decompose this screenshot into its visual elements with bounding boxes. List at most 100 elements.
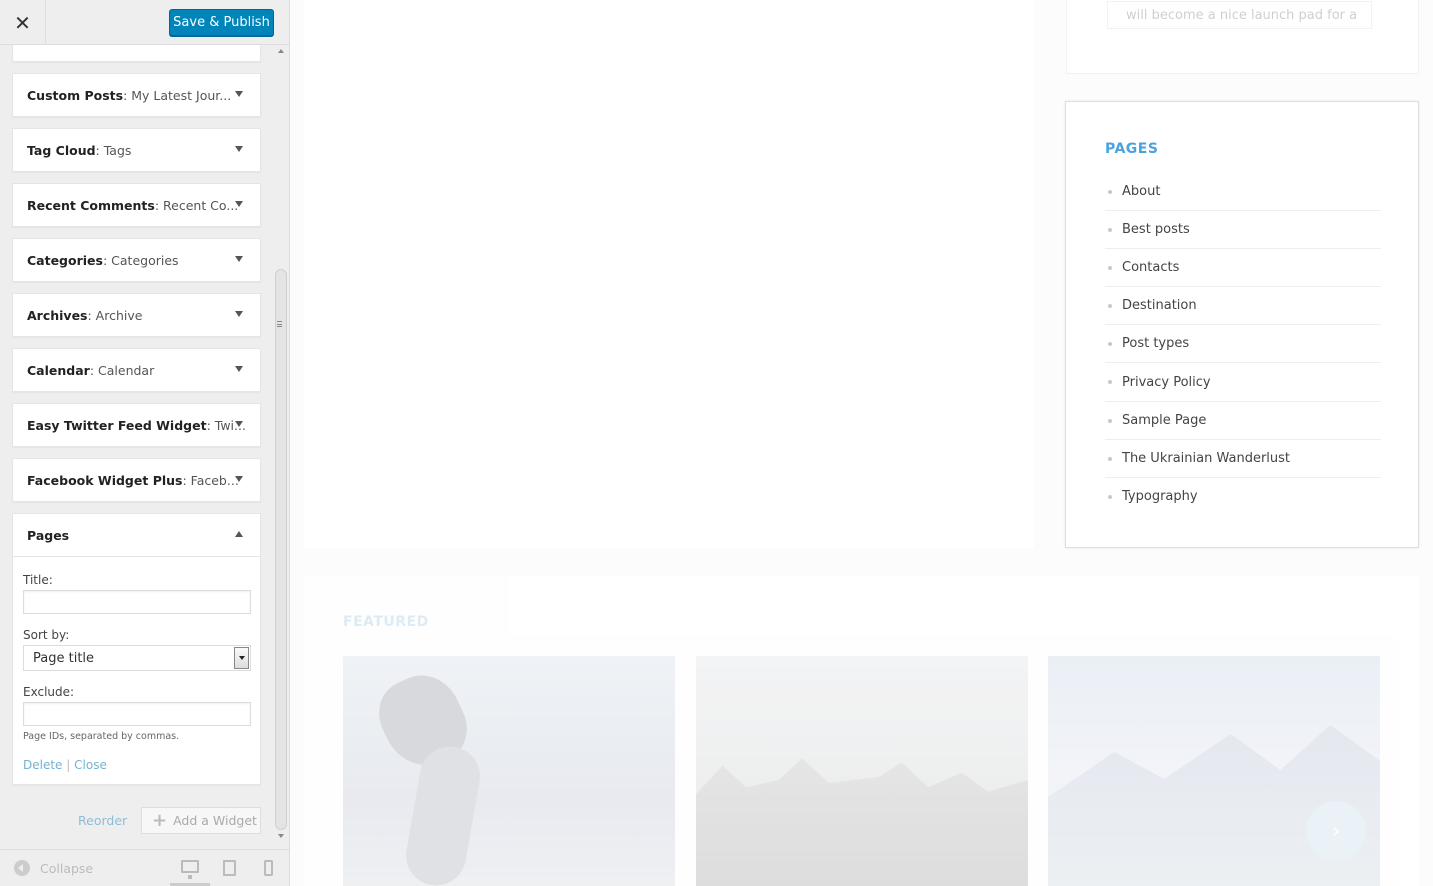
widget-name: Archives [27, 307, 88, 323]
collapse-icon [14, 860, 30, 876]
featured-image-hiker[interactable] [343, 656, 675, 886]
widget-facebook-plus[interactable]: Facebook Widget Plus: Faceb... [12, 458, 261, 502]
delete-link[interactable]: Delete [23, 758, 62, 772]
widget-tag-cloud[interactable]: Tag Cloud: Tags [12, 128, 261, 172]
widget-header[interactable]: Archives: Archive [13, 294, 260, 336]
pages-list: About Best posts Contacts Destination Po… [1105, 173, 1381, 516]
widget-categories[interactable]: Categories: Categories [12, 238, 261, 282]
page-link[interactable]: Contacts [1105, 249, 1381, 288]
widget-title: : Recent Co... [154, 197, 239, 213]
featured-image-mountains[interactable]: › [1048, 656, 1380, 886]
exclude-input[interactable] [23, 702, 251, 726]
widget-title: : Archive [87, 307, 143, 323]
widget-title: : My Latest Jour... [123, 87, 232, 103]
widget-name: Calendar [27, 362, 90, 378]
widget-actions: Delete | Close [23, 758, 250, 772]
title-label: Title: [23, 573, 53, 587]
widget-partial[interactable] [12, 45, 261, 62]
widget-name: Pages [27, 527, 70, 543]
sort-select[interactable]: Page title [23, 645, 251, 671]
widget-header[interactable]: Tag Cloud: Tags [13, 129, 260, 171]
separator: | [66, 758, 71, 772]
widget-easy-twitter-feed[interactable]: Easy Twitter Feed Widget: Twi... [12, 403, 261, 447]
tablet-icon[interactable] [223, 860, 236, 876]
pages-widget-title: PAGES [1105, 141, 1159, 157]
chevron-up-icon[interactable] [235, 531, 243, 537]
widget-header[interactable]: Custom Posts: My Latest Jour... [13, 74, 260, 116]
save-publish-button[interactable]: Save & Publish [169, 9, 274, 36]
featured-section: FEATURED › [304, 576, 1419, 886]
scroll-down-icon[interactable] [278, 834, 284, 838]
page-link[interactable]: Post types [1105, 325, 1381, 364]
page-link[interactable]: Best posts [1105, 211, 1381, 250]
page-link[interactable]: Typography [1105, 478, 1381, 516]
scroll-up-icon[interactable] [278, 49, 284, 53]
widget-name: Categories [27, 252, 103, 268]
widget-custom-posts[interactable]: Custom Posts: My Latest Jour... [12, 73, 261, 117]
page-link[interactable]: The Ukrainian Wanderlust [1105, 440, 1381, 478]
widget-header[interactable]: Categories: Categories [13, 239, 260, 281]
site-preview: will become a nice launch pad for a PAGE… [290, 0, 1433, 886]
widget-name: Facebook Widget Plus [27, 472, 183, 488]
close-link[interactable]: Close [74, 758, 107, 772]
next-arrow-icon[interactable]: › [1306, 801, 1366, 861]
main-content-area [304, 0, 1034, 548]
close-customizer-button[interactable]: ✕ [0, 0, 46, 45]
customizer-sidebar: ✕ Save & Publish Custom Posts: My Latest… [0, 0, 290, 886]
chevron-down-icon[interactable] [235, 311, 243, 317]
page-link[interactable]: Privacy Policy [1105, 363, 1381, 402]
exclude-help-text: Page IDs, separated by commas. [23, 731, 180, 742]
preview-widget-partial: will become a nice launch pad for a [1066, 0, 1419, 74]
widget-snippet: will become a nice launch pad for a [1107, 1, 1372, 29]
sidebar-scrollbar[interactable] [274, 45, 289, 845]
collapse-button[interactable]: Collapse [14, 860, 93, 876]
collapse-label: Collapse [40, 860, 94, 876]
scrollbar-thumb[interactable] [275, 269, 287, 830]
widget-list: Custom Posts: My Latest Jour... Tag Clou… [0, 45, 274, 845]
widget-pages[interactable]: Pages Title: Sort by: Page title Exclude… [12, 513, 261, 785]
sort-select-value: Page title [33, 650, 95, 666]
page-link[interactable]: Destination [1105, 287, 1381, 326]
preview-pages-widget: PAGES About Best posts Contacts Destinat… [1065, 101, 1419, 548]
widget-name: Recent Comments [27, 197, 155, 213]
widget-title: : Faceb... [182, 472, 239, 488]
reorder-link[interactable]: Reorder [78, 813, 127, 828]
chevron-down-icon[interactable] [235, 366, 243, 372]
widget-form: Title: Sort by: Page title Exclude: Page… [13, 556, 260, 784]
chevron-down-icon[interactable] [235, 476, 243, 482]
widget-header[interactable]: Easy Twitter Feed Widget: Twi... [13, 404, 260, 446]
widget-name: Tag Cloud [27, 142, 96, 158]
customizer-footer: Collapse [0, 849, 289, 886]
widget-recent-comments[interactable]: Recent Comments: Recent Co... [12, 183, 261, 227]
page-link[interactable]: About [1105, 173, 1381, 212]
dropdown-arrow-icon[interactable] [234, 647, 249, 669]
featured-image-town[interactable] [696, 656, 1028, 886]
mobile-icon[interactable] [264, 860, 273, 876]
widget-title: : Categories [102, 252, 179, 268]
widget-title: : Calendar [89, 362, 155, 378]
desktop-icon[interactable] [181, 860, 199, 879]
scrollbar-grip-icon [277, 321, 282, 327]
widget-header[interactable]: Recent Comments: Recent Co... [13, 184, 260, 226]
exclude-label: Exclude: [23, 685, 75, 699]
widget-header[interactable]: Pages [13, 514, 260, 556]
widget-archives[interactable]: Archives: Archive [12, 293, 261, 337]
widget-title: : Tags [95, 142, 132, 158]
widget-header[interactable]: Facebook Widget Plus: Faceb... [13, 459, 260, 501]
chevron-down-icon[interactable] [235, 146, 243, 152]
widget-header[interactable]: Calendar: Calendar [13, 349, 260, 391]
chevron-down-icon[interactable] [235, 421, 243, 427]
chevron-down-icon[interactable] [235, 201, 243, 207]
widget-calendar[interactable]: Calendar: Calendar [12, 348, 261, 392]
widget-name: Easy Twitter Feed Widget [27, 417, 207, 433]
plus-icon: + [152, 810, 168, 831]
sort-label: Sort by: [23, 628, 70, 642]
customizer-header: ✕ Save & Publish [0, 0, 289, 45]
title-input[interactable] [23, 590, 251, 614]
page-link[interactable]: Sample Page [1105, 402, 1381, 440]
add-widget-button[interactable]: + Add a Widget [141, 807, 261, 834]
chevron-down-icon[interactable] [235, 91, 243, 97]
chevron-down-icon[interactable] [235, 256, 243, 262]
featured-title: FEATURED [343, 614, 429, 630]
add-widget-label: Add a Widget [173, 813, 257, 828]
